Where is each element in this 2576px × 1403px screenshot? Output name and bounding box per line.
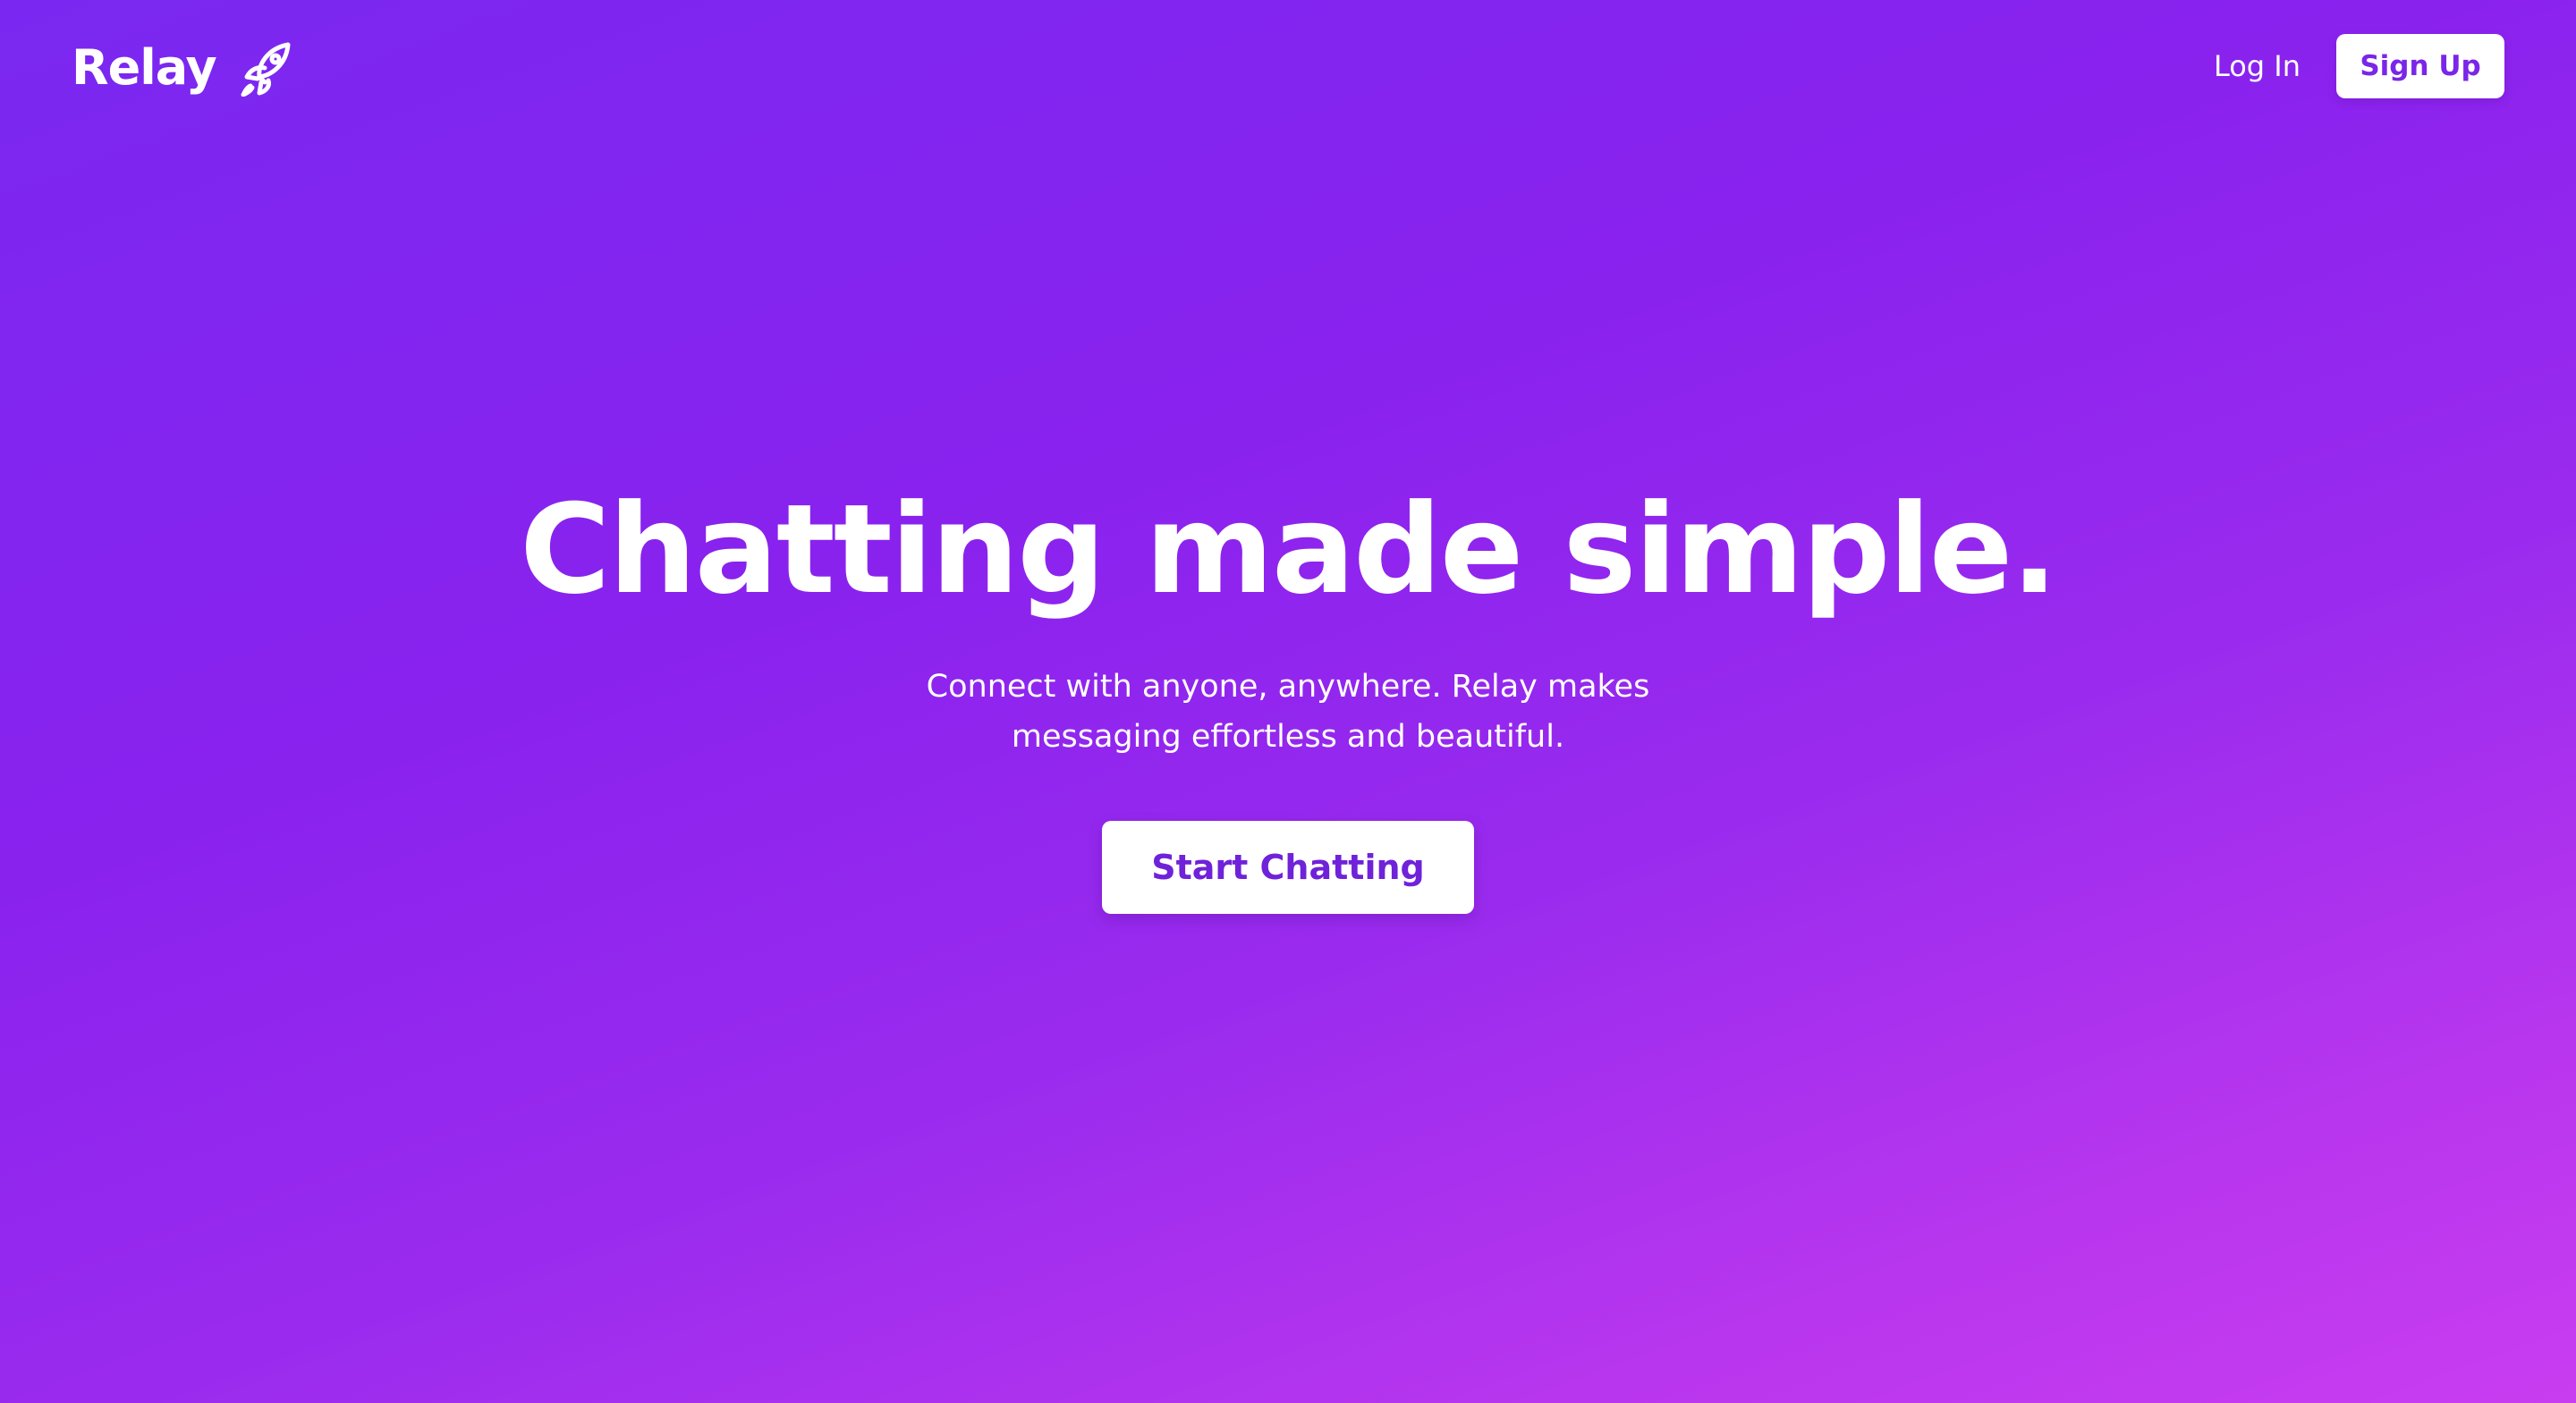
hero-headline: Chatting made simple. <box>520 478 2058 621</box>
login-link[interactable]: Log In <box>2214 49 2301 83</box>
auth-nav: Log In Sign Up <box>2214 34 2504 98</box>
hero-subheadline: Connect with anyone, anywhere. Relay mak… <box>926 669 1650 755</box>
rocket-icon <box>238 39 293 97</box>
brand-logo-link[interactable]: Relay <box>72 34 293 102</box>
signup-button[interactable]: Sign Up <box>2336 34 2504 98</box>
top-navigation-bar: Relay Log In Sign Up <box>0 0 2576 134</box>
start-chatting-button[interactable]: Start Chatting <box>1102 821 1474 914</box>
brand-name: Relay <box>72 39 217 96</box>
hero-section: Chatting made simple. Connect with anyon… <box>0 474 2576 914</box>
